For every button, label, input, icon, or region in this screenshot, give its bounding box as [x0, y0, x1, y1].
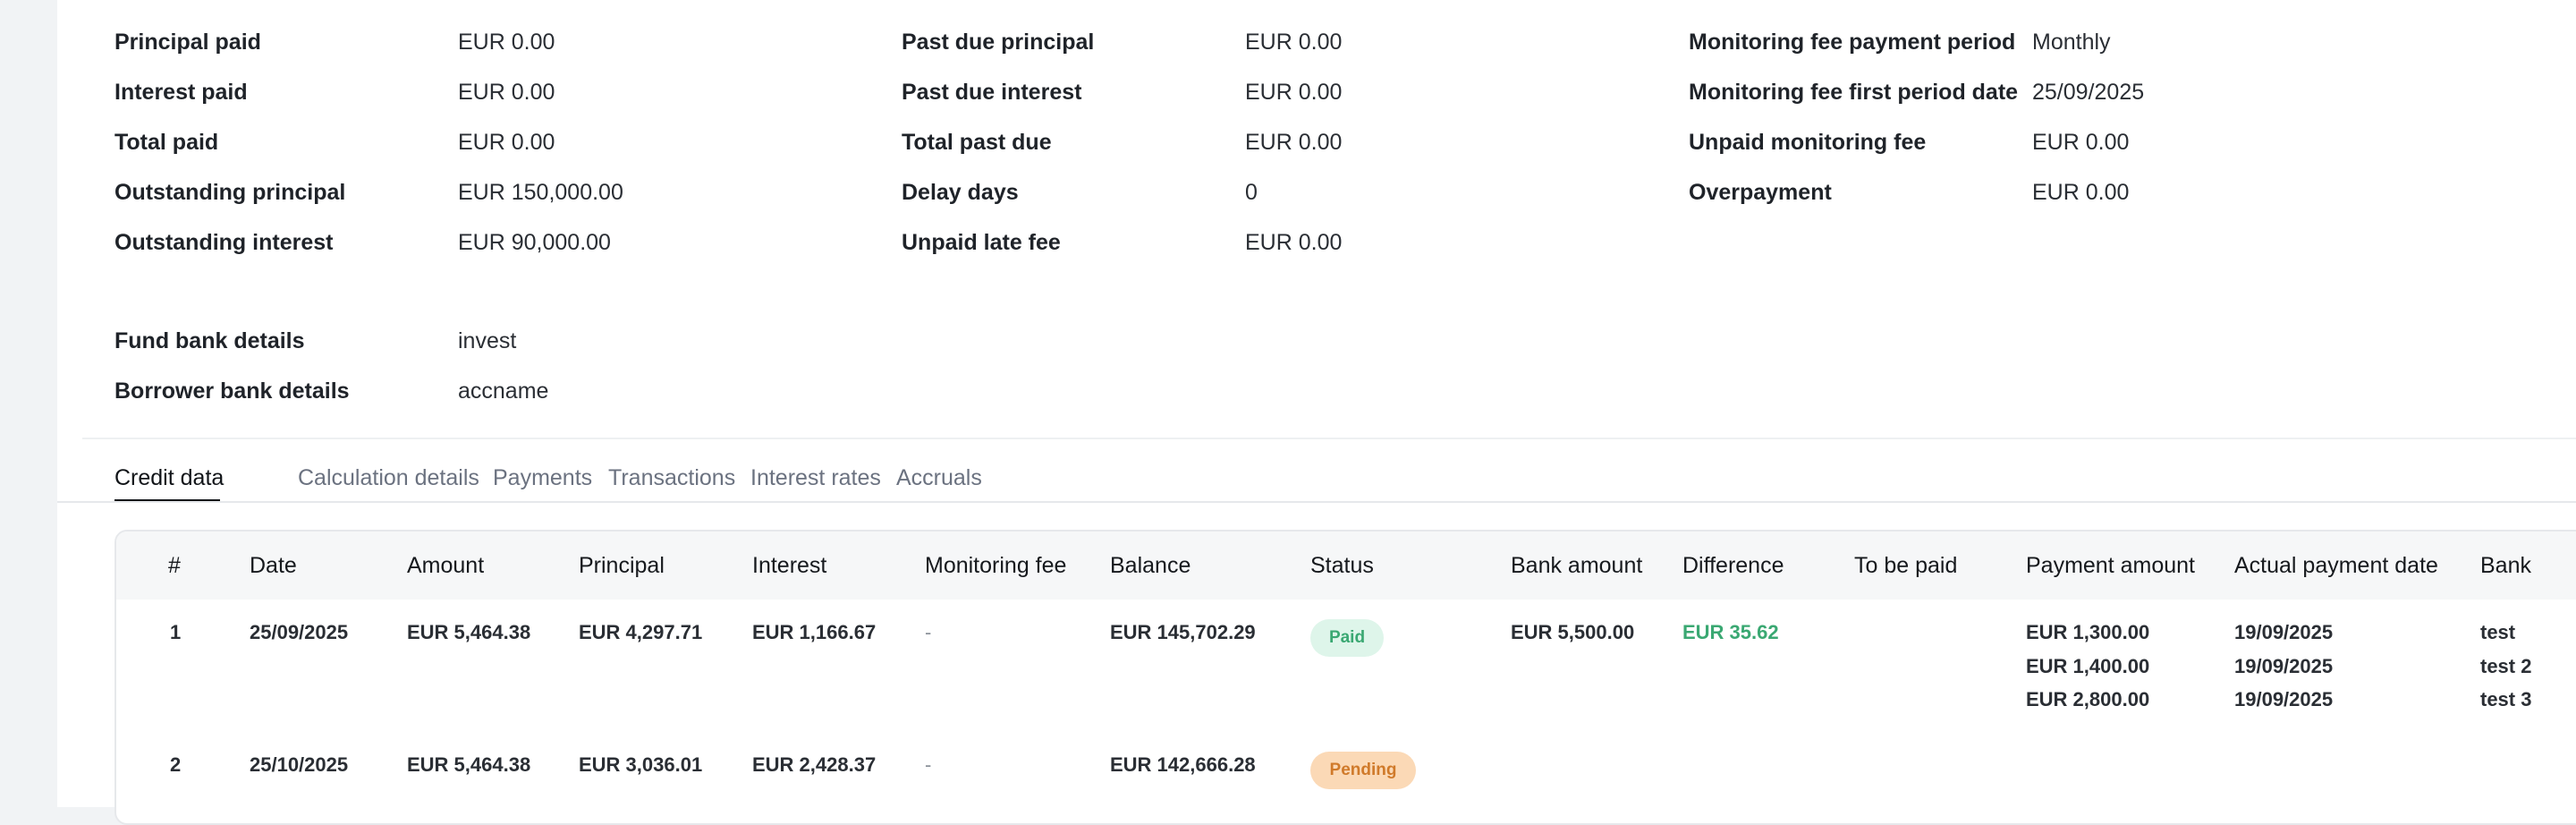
col-header-amount: Amount: [407, 553, 485, 578]
section-divider: [82, 438, 2576, 439]
fund-bank-details-label: Fund bank details: [114, 328, 305, 353]
row-number: 1: [170, 621, 182, 643]
row-principal: EUR 4,297.71: [579, 621, 703, 643]
row-balance: EUR 145,702.29: [1110, 621, 1256, 643]
tab-transactions[interactable]: Transactions: [608, 464, 735, 492]
payment-bank: test: [2480, 621, 2516, 643]
col-header-status: Status: [1310, 553, 1374, 578]
unpaid-late-fee-label: Unpaid late fee: [902, 230, 1061, 255]
col-header-difference: Difference: [1682, 553, 1784, 578]
col-header-bank: Bank: [2480, 553, 2531, 578]
row-monitoring-fee: -: [925, 621, 932, 643]
total-paid-value: EUR 0.00: [458, 130, 555, 155]
tabs-border: [57, 501, 2576, 503]
overpayment-value: EUR 0.00: [2032, 180, 2130, 205]
credit-page: Principal paid EUR 0.00 Interest paid EU…: [57, 0, 2576, 825]
principal-paid-value: EUR 0.00: [458, 30, 555, 55]
payment-bank: test 3: [2480, 688, 2532, 710]
row-amount: EUR 5,464.38: [407, 621, 531, 643]
payment-amount: EUR 1,400.00: [2026, 655, 2150, 677]
row-balance: EUR 142,666.28: [1110, 753, 1256, 776]
row-bank-amount: EUR 5,500.00: [1511, 621, 1635, 643]
monitoring-fee-first-date-label: Monitoring fee first period date: [1689, 80, 2019, 105]
interest-paid-value: EUR 0.00: [458, 80, 555, 105]
col-header-actual-payment-date: Actual payment date: [2234, 553, 2438, 578]
payment-date: 19/09/2025: [2234, 655, 2334, 677]
col-header-principal: Principal: [579, 553, 665, 578]
row-amount: EUR 5,464.38: [407, 753, 531, 776]
tab-interest-rates[interactable]: Interest rates: [750, 464, 881, 492]
tab-payments[interactable]: Payments: [493, 464, 592, 492]
row-date: 25/10/2025: [250, 753, 349, 776]
unpaid-monitoring-fee-value: EUR 0.00: [2032, 130, 2130, 155]
total-past-due-label: Total past due: [902, 130, 1052, 155]
payment-amount: EUR 2,800.00: [2026, 688, 2150, 710]
col-header-to-be-paid: To be paid: [1854, 553, 1958, 578]
overpayment-label: Overpayment: [1689, 180, 1832, 205]
payment-amount: EUR 1,300.00: [2026, 621, 2150, 643]
col-header-balance: Balance: [1110, 553, 1191, 578]
interest-paid-label: Interest paid: [114, 80, 248, 105]
table-header: # Date Amount Principal Interest Monitor…: [116, 532, 2576, 600]
principal-paid-label: Principal paid: [114, 30, 261, 55]
unpaid-late-fee-value: EUR 0.00: [1245, 230, 1343, 255]
tab-accruals[interactable]: Accruals: [896, 464, 982, 492]
monitoring-fee-first-date-value: 25/09/2025: [2032, 80, 2145, 105]
status-badge-paid: Paid: [1310, 619, 1384, 657]
past-due-principal-label: Past due principal: [902, 30, 1095, 55]
col-header-number: #: [168, 553, 181, 578]
row-number: 2: [170, 753, 182, 776]
outstanding-principal-label: Outstanding principal: [114, 180, 346, 205]
row-interest: EUR 2,428.37: [752, 753, 877, 776]
past-due-interest-value: EUR 0.00: [1245, 80, 1343, 105]
payment-bank: test 2: [2480, 655, 2532, 677]
total-paid-label: Total paid: [114, 130, 219, 155]
row-date: 25/09/2025: [250, 621, 349, 643]
delay-days-label: Delay days: [902, 180, 1019, 205]
outstanding-principal-value: EUR 150,000.00: [458, 180, 623, 205]
tab-calculation-details[interactable]: Calculation details: [298, 464, 479, 492]
row-difference: EUR 35.62: [1682, 621, 1779, 643]
payment-date: 19/09/2025: [2234, 688, 2334, 710]
fund-bank-details-value: invest: [458, 328, 517, 353]
col-header-payment-amount: Payment amount: [2026, 553, 2195, 578]
tab-credit-data[interactable]: Credit data: [114, 464, 224, 492]
monitoring-fee-period-value: Monthly: [2032, 30, 2111, 55]
borrower-bank-details-label: Borrower bank details: [114, 378, 350, 404]
row-interest: EUR 1,166.67: [752, 621, 877, 643]
col-header-monitoring-fee: Monitoring fee: [925, 553, 1067, 578]
borrower-bank-details-value: accname: [458, 378, 549, 404]
col-header-date: Date: [250, 553, 297, 578]
past-due-principal-value: EUR 0.00: [1245, 30, 1343, 55]
monitoring-fee-period-label: Monitoring fee payment period: [1689, 30, 2016, 55]
credit-schedule-table: # Date Amount Principal Interest Monitor…: [114, 530, 2576, 825]
payment-date: 19/09/2025: [2234, 621, 2334, 643]
unpaid-monitoring-fee-label: Unpaid monitoring fee: [1689, 130, 1927, 155]
delay-days-value: 0: [1245, 180, 1258, 205]
outstanding-interest-value: EUR 90,000.00: [458, 230, 611, 255]
past-due-interest-label: Past due interest: [902, 80, 1082, 105]
row-monitoring-fee: -: [925, 753, 932, 776]
outstanding-interest-label: Outstanding interest: [114, 230, 334, 255]
row-principal: EUR 3,036.01: [579, 753, 703, 776]
total-past-due-value: EUR 0.00: [1245, 130, 1343, 155]
col-header-bank-amount: Bank amount: [1511, 553, 1643, 578]
col-header-interest: Interest: [752, 553, 827, 578]
status-badge-pending: Pending: [1310, 752, 1416, 789]
